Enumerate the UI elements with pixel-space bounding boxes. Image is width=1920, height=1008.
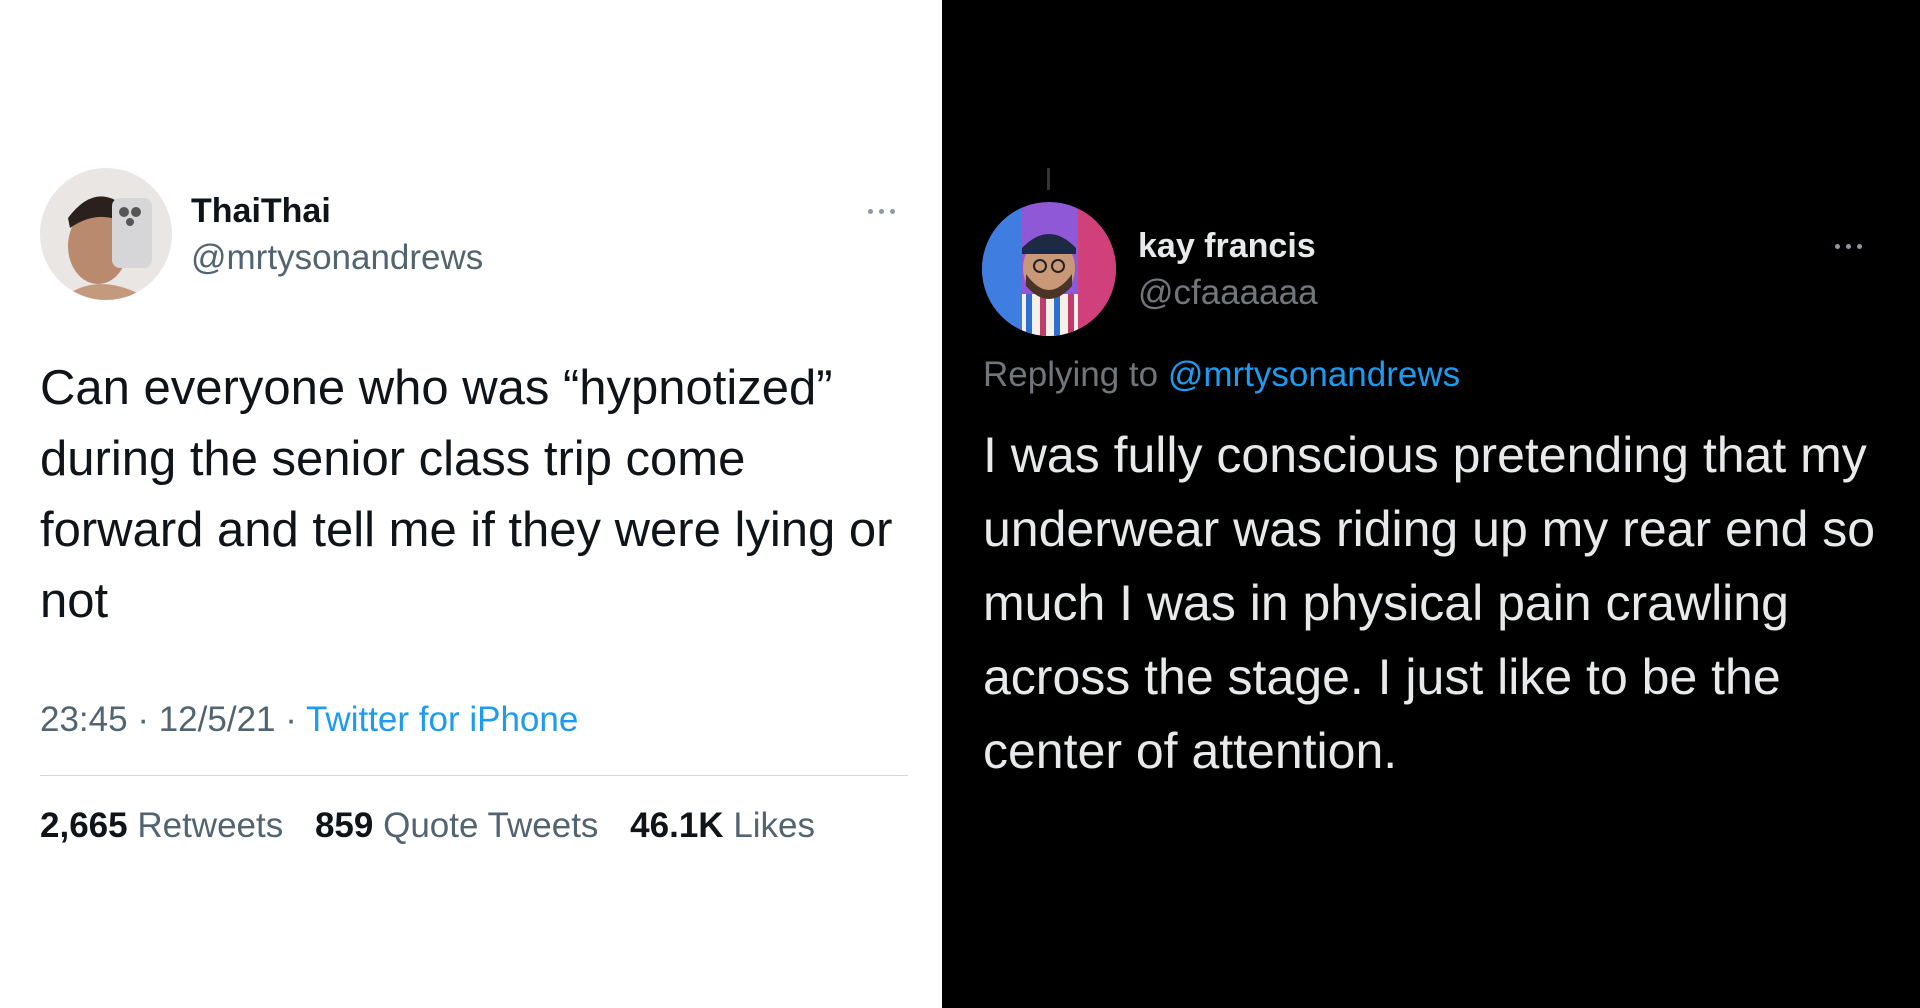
tweet-text: I was fully conscious pretending that my… <box>983 427 1876 779</box>
thread-connector-line <box>1047 168 1050 190</box>
quotes-label: Quote Tweets <box>383 806 599 845</box>
retweets-count: 2,665 <box>40 806 128 845</box>
replying-to: Replying to @mrtysonandrews <box>983 355 1460 395</box>
replying-handle-link[interactable]: @mrtysonandrews <box>1168 355 1460 394</box>
retweets-stat[interactable]: 2,665 Retweets <box>40 806 283 845</box>
display-name[interactable]: ThaiThai <box>191 191 331 231</box>
tweet-meta: 23:45 · 12/5/21 · Twitter for iPhone <box>40 700 578 740</box>
avatar-image <box>982 202 1116 336</box>
replying-prefix: Replying to <box>983 355 1159 394</box>
tweet-date[interactable]: 12/5/21 <box>159 700 276 739</box>
left-tweet-panel: ThaiThai @mrtysonandrews Can everyone wh… <box>0 0 942 1008</box>
quote-tweets-stat[interactable]: 859 Quote Tweets <box>315 806 598 845</box>
tweet-stats: 2,665 Retweets 859 Quote Tweets 46.1K Li… <box>40 806 837 846</box>
avatar[interactable] <box>40 168 172 300</box>
more-icon[interactable] <box>1835 239 1875 253</box>
retweets-label: Retweets <box>137 806 284 845</box>
user-handle[interactable]: @mrtysonandrews <box>191 238 483 278</box>
avatar[interactable] <box>982 202 1116 336</box>
user-handle[interactable]: @cfaaaaaa <box>1138 273 1318 313</box>
likes-stat[interactable]: 46.1K Likes <box>630 806 815 845</box>
avatar-image <box>40 168 172 300</box>
likes-count: 46.1K <box>630 806 724 845</box>
tweet-source-link[interactable]: Twitter for iPhone <box>306 700 578 739</box>
display-name[interactable]: kay francis <box>1138 226 1316 266</box>
meta-separator: · <box>285 700 297 739</box>
tweet-time[interactable]: 23:45 <box>40 700 128 739</box>
tweet-text: Can everyone who was “hypnotized” during… <box>40 361 893 628</box>
meta-separator: · <box>137 700 149 739</box>
likes-label: Likes <box>733 806 816 845</box>
right-tweet-panel: kay francis @cfaaaaaa Replying to @mrtys… <box>942 0 1920 1008</box>
more-icon[interactable] <box>868 204 908 218</box>
quotes-count: 859 <box>314 806 374 845</box>
divider <box>40 775 908 776</box>
